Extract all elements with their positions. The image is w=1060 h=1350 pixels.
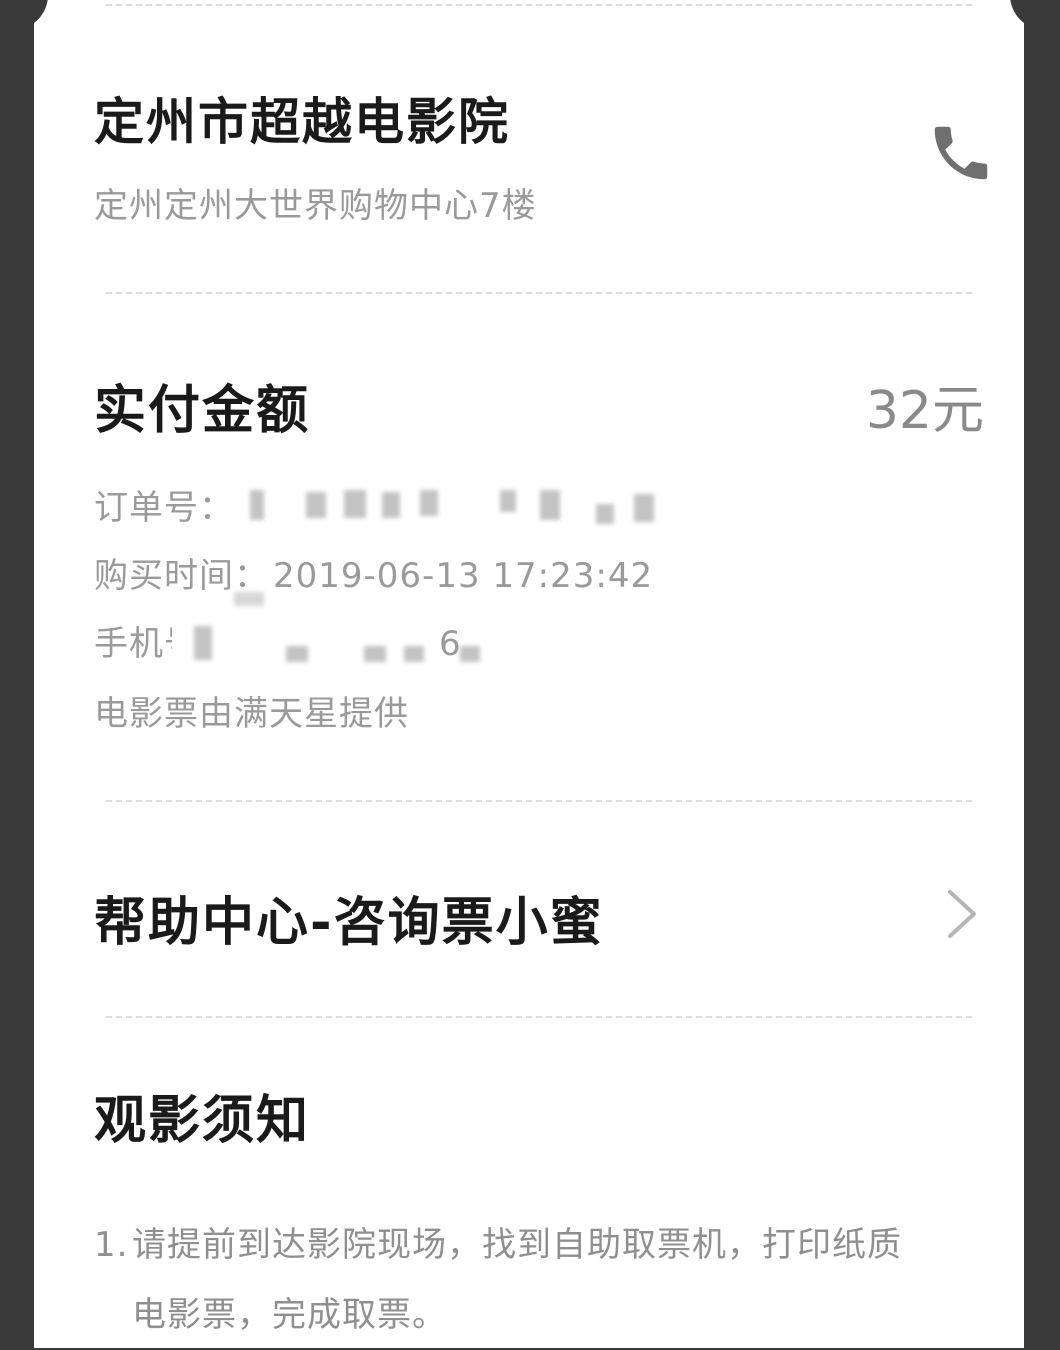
ticket-card: 定州市超越电影院 定州定州大世界购物中心7楼 实付金额 32元 订单号： 购买时… (0, 0, 1060, 1350)
notice-item-line: 请提前到达影院现场，找到自助取票机，打印纸质 (132, 1225, 902, 1265)
help-center-label: 帮助中心-咨询票小蜜 (94, 893, 604, 953)
divider (106, 4, 972, 6)
redaction (364, 646, 386, 662)
redaction (596, 504, 614, 524)
cinema-address: 定州定州大世界购物中心7楼 (94, 186, 537, 226)
redaction (194, 626, 212, 660)
provider-text: 电影票由满天星提供 (94, 694, 409, 734)
purchase-time-label: 购买时间： (94, 556, 269, 596)
redaction (344, 490, 366, 518)
paid-amount-value: 32元 (865, 381, 984, 441)
notice-item: 1. 请提前到达影院现场，找到自助取票机，打印纸质 电影票，完成取票。 (94, 1210, 974, 1350)
ticket-notch-left (0, 0, 48, 30)
redaction (540, 490, 560, 520)
redaction (286, 646, 308, 662)
redaction (306, 492, 326, 518)
divider (106, 292, 972, 294)
redaction (250, 490, 264, 520)
notice-item-number: 1. (94, 1225, 129, 1265)
ticket-notch-right (1010, 0, 1060, 30)
cinema-name: 定州市超越电影院 (94, 93, 510, 151)
redaction (500, 490, 516, 512)
paid-amount-label: 实付金额 (94, 381, 311, 441)
phone-icon[interactable] (926, 118, 996, 188)
redaction (420, 490, 438, 516)
divider (106, 800, 972, 802)
redaction (382, 492, 400, 518)
chevron-right-icon (948, 890, 976, 938)
purchase-time-row: 购买时间： 2019-06-13 17:23:42 (94, 548, 653, 597)
order-number-row: 订单号： (94, 480, 234, 529)
notice-title: 观影须知 (94, 1091, 311, 1151)
purchase-time-value: 2019-06-13 17:23:42 (273, 556, 654, 596)
phone-visible-tail: 6 (439, 624, 462, 664)
help-center-row[interactable]: 帮助中心-咨询票小蜜 (34, 860, 1024, 970)
redaction (634, 494, 654, 522)
redaction (404, 646, 424, 662)
order-number-label: 订单号： (94, 488, 234, 528)
divider (106, 1016, 972, 1018)
notice-item-line: 电影票，完成取票。 (132, 1295, 447, 1335)
redaction (460, 646, 480, 662)
redaction (234, 592, 264, 606)
